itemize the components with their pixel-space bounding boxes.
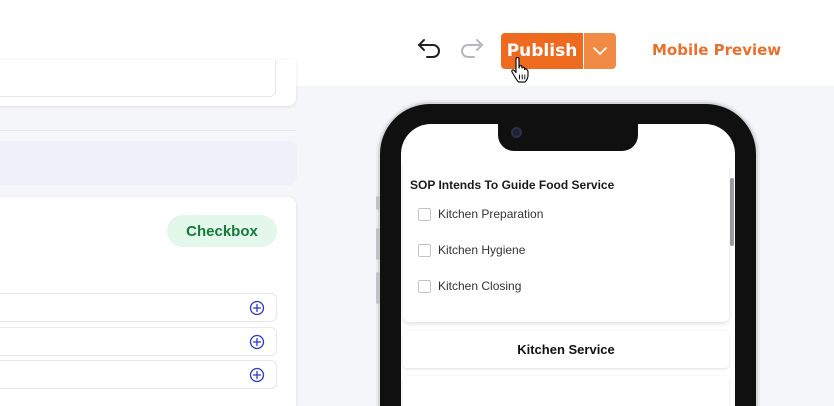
preview-next-card [403, 376, 729, 406]
preview-section-header: Kitchen Service [403, 331, 729, 368]
hand-pointer-icon [511, 57, 529, 83]
redo-button[interactable] [457, 34, 485, 62]
option-label: Kitchen Hygiene [438, 243, 526, 257]
option-input-row[interactable] [0, 327, 277, 356]
phone-volume-button [376, 228, 380, 260]
phone-volume-button [376, 272, 380, 304]
redo-icon [461, 39, 483, 58]
preview-option[interactable]: Kitchen Preparation [418, 206, 543, 222]
undo-icon [418, 39, 440, 58]
question-type-badge[interactable]: Checkbox [167, 215, 277, 247]
add-circle-icon[interactable] [249, 367, 265, 383]
undo-button[interactable] [416, 34, 444, 62]
preview-question-title: SOP Intends To Guide Food Service [410, 178, 615, 192]
section-bar[interactable] [0, 141, 297, 185]
add-circle-icon[interactable] [249, 300, 265, 316]
checkbox[interactable] [418, 207, 431, 221]
divider [0, 130, 296, 131]
preview-option[interactable]: Kitchen Closing [418, 278, 521, 294]
publish-options-button[interactable] [584, 33, 616, 69]
add-circle-icon[interactable] [249, 334, 265, 350]
mobile-preview-link[interactable]: Mobile Preview [652, 41, 781, 59]
chevron-down-icon [593, 46, 607, 55]
preview-option[interactable]: Kitchen Hygiene [418, 242, 525, 258]
camera-icon [511, 127, 522, 138]
option-input-row[interactable] [0, 360, 277, 389]
previous-question-field[interactable] [0, 60, 276, 97]
checkbox[interactable] [418, 243, 431, 257]
option-label: Kitchen Preparation [438, 207, 544, 221]
previous-question-card [0, 60, 296, 106]
option-label: Kitchen Closing [438, 279, 522, 293]
option-input-row[interactable] [0, 293, 277, 322]
phone-side-button [376, 196, 380, 210]
preview-scrollbar[interactable] [730, 178, 734, 246]
checkbox[interactable] [418, 279, 431, 293]
section-title: Kitchen Service [517, 342, 615, 357]
